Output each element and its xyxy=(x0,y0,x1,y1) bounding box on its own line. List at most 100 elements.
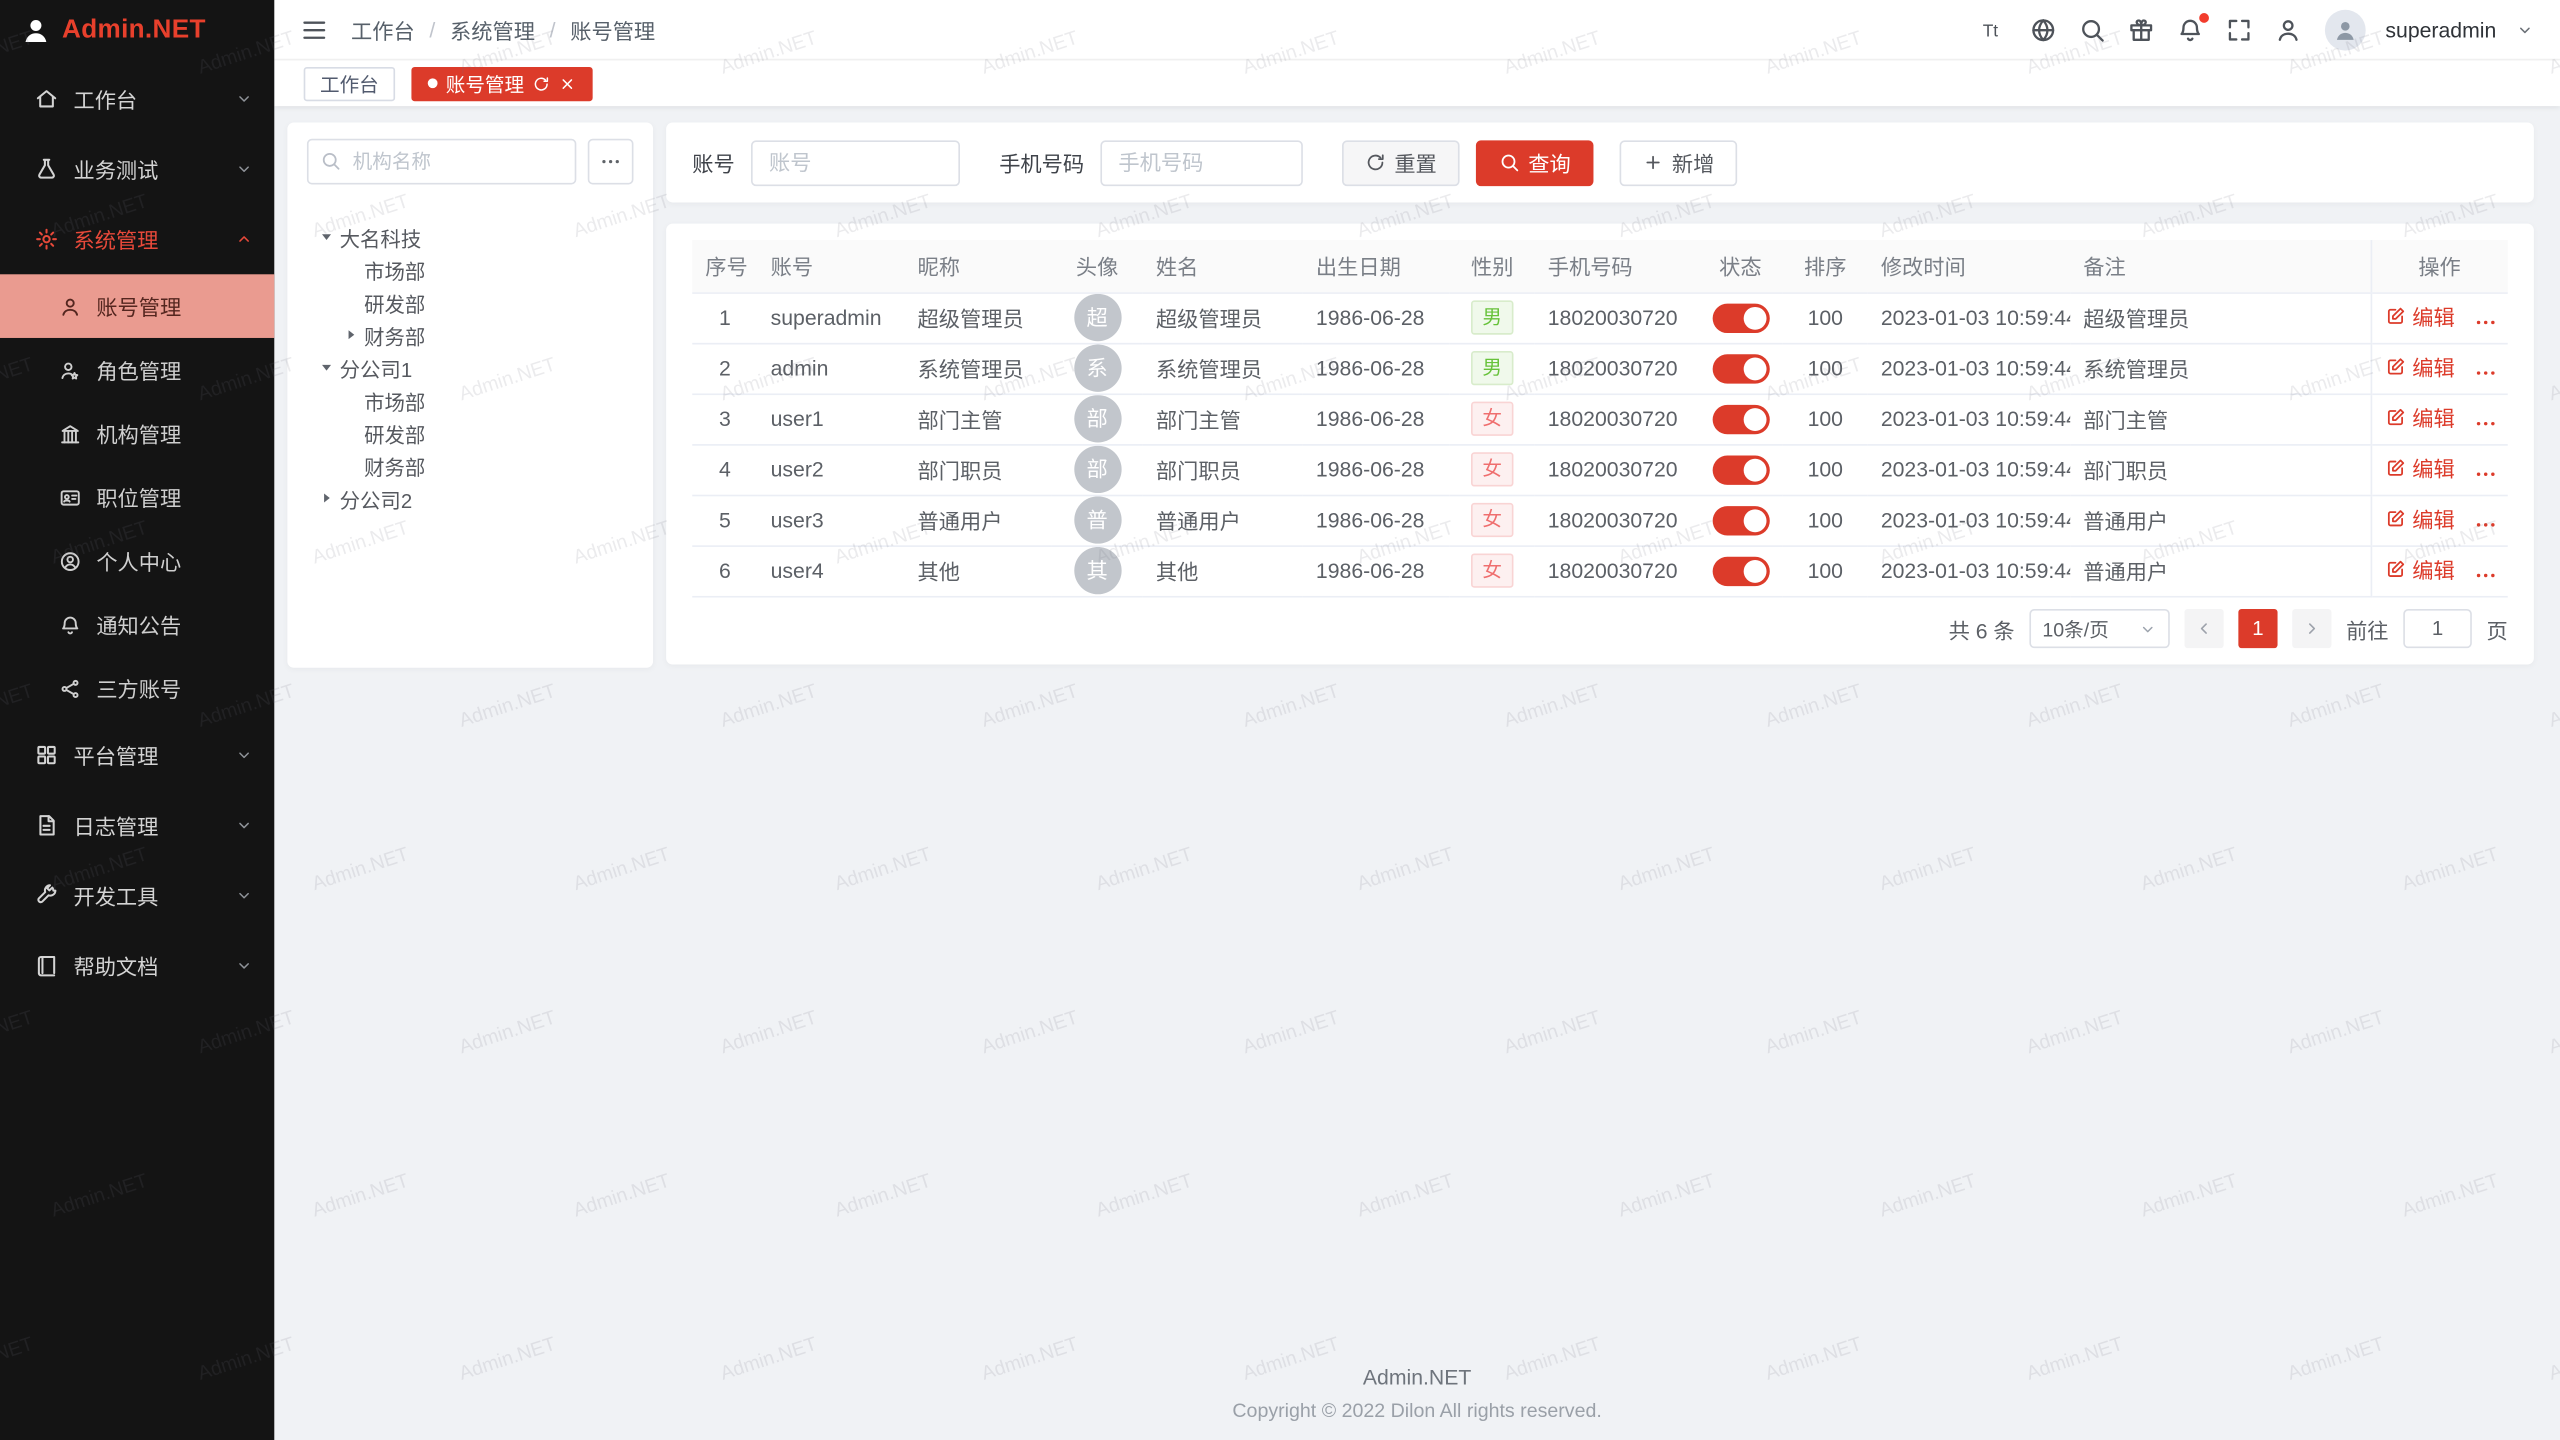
tab-workbench[interactable]: 工作台 xyxy=(304,66,395,100)
page-unit-label: 页 xyxy=(2487,613,2508,644)
more-icon[interactable] xyxy=(2473,411,2497,435)
prev-page-button[interactable] xyxy=(2184,609,2223,648)
sidebar-item-position-management[interactable]: 职位管理 xyxy=(0,465,274,529)
cell-name: 普通用户 xyxy=(1143,495,1303,546)
column-header: 性别 xyxy=(1450,240,1535,292)
sidebar-item-label: 通知公告 xyxy=(96,609,274,640)
caret-down-icon[interactable] xyxy=(317,227,337,247)
edit-button[interactable]: 编辑 xyxy=(2384,554,2454,585)
status-toggle[interactable] xyxy=(1712,303,1769,332)
sidebar-item-system-management[interactable]: 系统管理 xyxy=(0,204,274,274)
sidebar-item-help-docs[interactable]: 帮助文档 xyxy=(0,931,274,1001)
tree-node[interactable]: 大名科技 xyxy=(287,220,653,253)
account-input[interactable] xyxy=(751,140,960,186)
page-1-button[interactable]: 1 xyxy=(2238,609,2277,648)
page-size-select[interactable]: 10条/页 xyxy=(2029,609,2169,648)
status-toggle[interactable] xyxy=(1712,455,1769,484)
sidebar-item-label: 系统管理 xyxy=(73,224,235,255)
tab-account-management[interactable]: 账号管理 xyxy=(411,66,592,100)
edit-icon xyxy=(2384,357,2405,378)
more-icon[interactable] xyxy=(2473,512,2497,536)
caret-right-icon[interactable] xyxy=(341,325,361,345)
skin-icon[interactable] xyxy=(2127,16,2155,44)
status-toggle[interactable] xyxy=(1712,556,1769,585)
username[interactable]: superadmin xyxy=(2385,17,2496,41)
add-button[interactable]: 新增 xyxy=(1620,140,1738,186)
close-icon[interactable] xyxy=(558,74,576,92)
cell-remark: 部门职员 xyxy=(2070,444,2370,495)
more-icon[interactable] xyxy=(2473,360,2497,384)
org-search-input[interactable] xyxy=(307,139,576,185)
search-button[interactable]: 查询 xyxy=(1476,140,1594,186)
toggle-knob xyxy=(1743,407,1766,430)
tree-node[interactable]: 市场部 xyxy=(287,253,653,286)
cell-gender: 女 xyxy=(1450,545,1535,596)
search-icon[interactable] xyxy=(2078,16,2106,44)
cell-name: 超级管理员 xyxy=(1143,292,1303,343)
toggle-knob xyxy=(1743,357,1766,380)
tree-node[interactable]: 研发部 xyxy=(287,286,653,319)
tree-node[interactable]: 分公司1 xyxy=(287,351,653,384)
sidebar-item-third-party-account[interactable]: 三方账号 xyxy=(0,656,274,720)
edit-button[interactable]: 编辑 xyxy=(2384,504,2454,535)
user-avatar[interactable] xyxy=(2325,9,2366,50)
next-page-button[interactable] xyxy=(2292,609,2331,648)
more-icon[interactable] xyxy=(2473,562,2497,586)
org-more-button[interactable] xyxy=(588,139,634,185)
language-icon[interactable] xyxy=(2029,16,2057,44)
person-icon[interactable] xyxy=(2274,16,2302,44)
more-icon[interactable] xyxy=(2473,461,2497,485)
reset-button[interactable]: 重置 xyxy=(1342,140,1460,186)
caret-right-icon[interactable] xyxy=(317,488,337,508)
breadcrumb-item[interactable]: 工作台 xyxy=(351,14,415,45)
sidebar-item-org-management[interactable]: 机构管理 xyxy=(0,402,274,466)
more-icon[interactable] xyxy=(2473,309,2497,333)
edit-button[interactable]: 编辑 xyxy=(2384,352,2454,383)
edit-button[interactable]: 编辑 xyxy=(2384,301,2454,332)
edit-button[interactable]: 编辑 xyxy=(2384,453,2454,484)
sidebar-menu: 工作台业务测试系统管理账号管理角色管理机构管理职位管理个人中心通知公告三方账号平… xyxy=(0,60,274,1000)
sidebar-item-dev-tools[interactable]: 开发工具 xyxy=(0,860,274,930)
cell-modified: 2023-01-03 10:59:44 xyxy=(1868,343,2070,394)
cell-nickname: 系统管理员 xyxy=(904,343,1051,394)
sidebar-item-account-management[interactable]: 账号管理 xyxy=(0,274,274,338)
status-toggle[interactable] xyxy=(1712,353,1769,382)
status-toggle[interactable] xyxy=(1712,404,1769,433)
cell-gender: 男 xyxy=(1450,343,1535,394)
caret-down-icon[interactable] xyxy=(317,358,337,378)
breadcrumb-item[interactable]: 系统管理 xyxy=(450,14,535,45)
goto-page-input[interactable] xyxy=(2403,609,2472,648)
cell-nickname: 超级管理员 xyxy=(904,292,1051,343)
tree-node[interactable]: 财务部 xyxy=(287,449,653,482)
status-toggle[interactable] xyxy=(1712,505,1769,534)
cell-phone: 18020030720 xyxy=(1535,393,1698,444)
tree-node[interactable]: 财务部 xyxy=(287,318,653,351)
menu-toggle-icon[interactable] xyxy=(300,16,328,44)
flask-icon xyxy=(34,157,58,181)
sidebar-item-notice[interactable]: 通知公告 xyxy=(0,593,274,657)
notification-icon[interactable] xyxy=(2176,16,2204,44)
phone-input[interactable] xyxy=(1100,140,1302,186)
tree-node[interactable]: 市场部 xyxy=(287,384,653,417)
edit-button[interactable]: 编辑 xyxy=(2384,402,2454,433)
column-header: 手机号码 xyxy=(1535,240,1698,292)
font-size-icon[interactable]: Tt xyxy=(1981,16,2009,44)
sidebar-item-log-management[interactable]: 日志管理 xyxy=(0,790,274,860)
chevron-down-icon[interactable] xyxy=(2516,20,2534,38)
sidebar-item-role-management[interactable]: 角色管理 xyxy=(0,338,274,402)
sidebar-item-workbench[interactable]: 工作台 xyxy=(0,64,274,134)
sidebar-item-platform-management[interactable]: 平台管理 xyxy=(0,720,274,790)
cell-index: 5 xyxy=(692,495,757,546)
sidebar-item-label: 个人中心 xyxy=(96,545,274,576)
column-header: 操作 xyxy=(2371,240,2508,292)
tree-node[interactable]: 研发部 xyxy=(287,416,653,449)
cell-modified: 2023-01-03 10:59:44 xyxy=(1868,495,2070,546)
tree-node[interactable]: 分公司2 xyxy=(287,482,653,515)
cell-index: 2 xyxy=(692,343,757,394)
refresh-icon[interactable] xyxy=(532,74,550,92)
cell-remark: 部门主管 xyxy=(2070,393,2370,444)
sidebar-item-personal-center[interactable]: 个人中心 xyxy=(0,529,274,593)
fullscreen-icon[interactable] xyxy=(2225,16,2253,44)
sidebar-item-business-test[interactable]: 业务测试 xyxy=(0,134,274,204)
sidebar-item-label: 业务测试 xyxy=(73,153,235,184)
